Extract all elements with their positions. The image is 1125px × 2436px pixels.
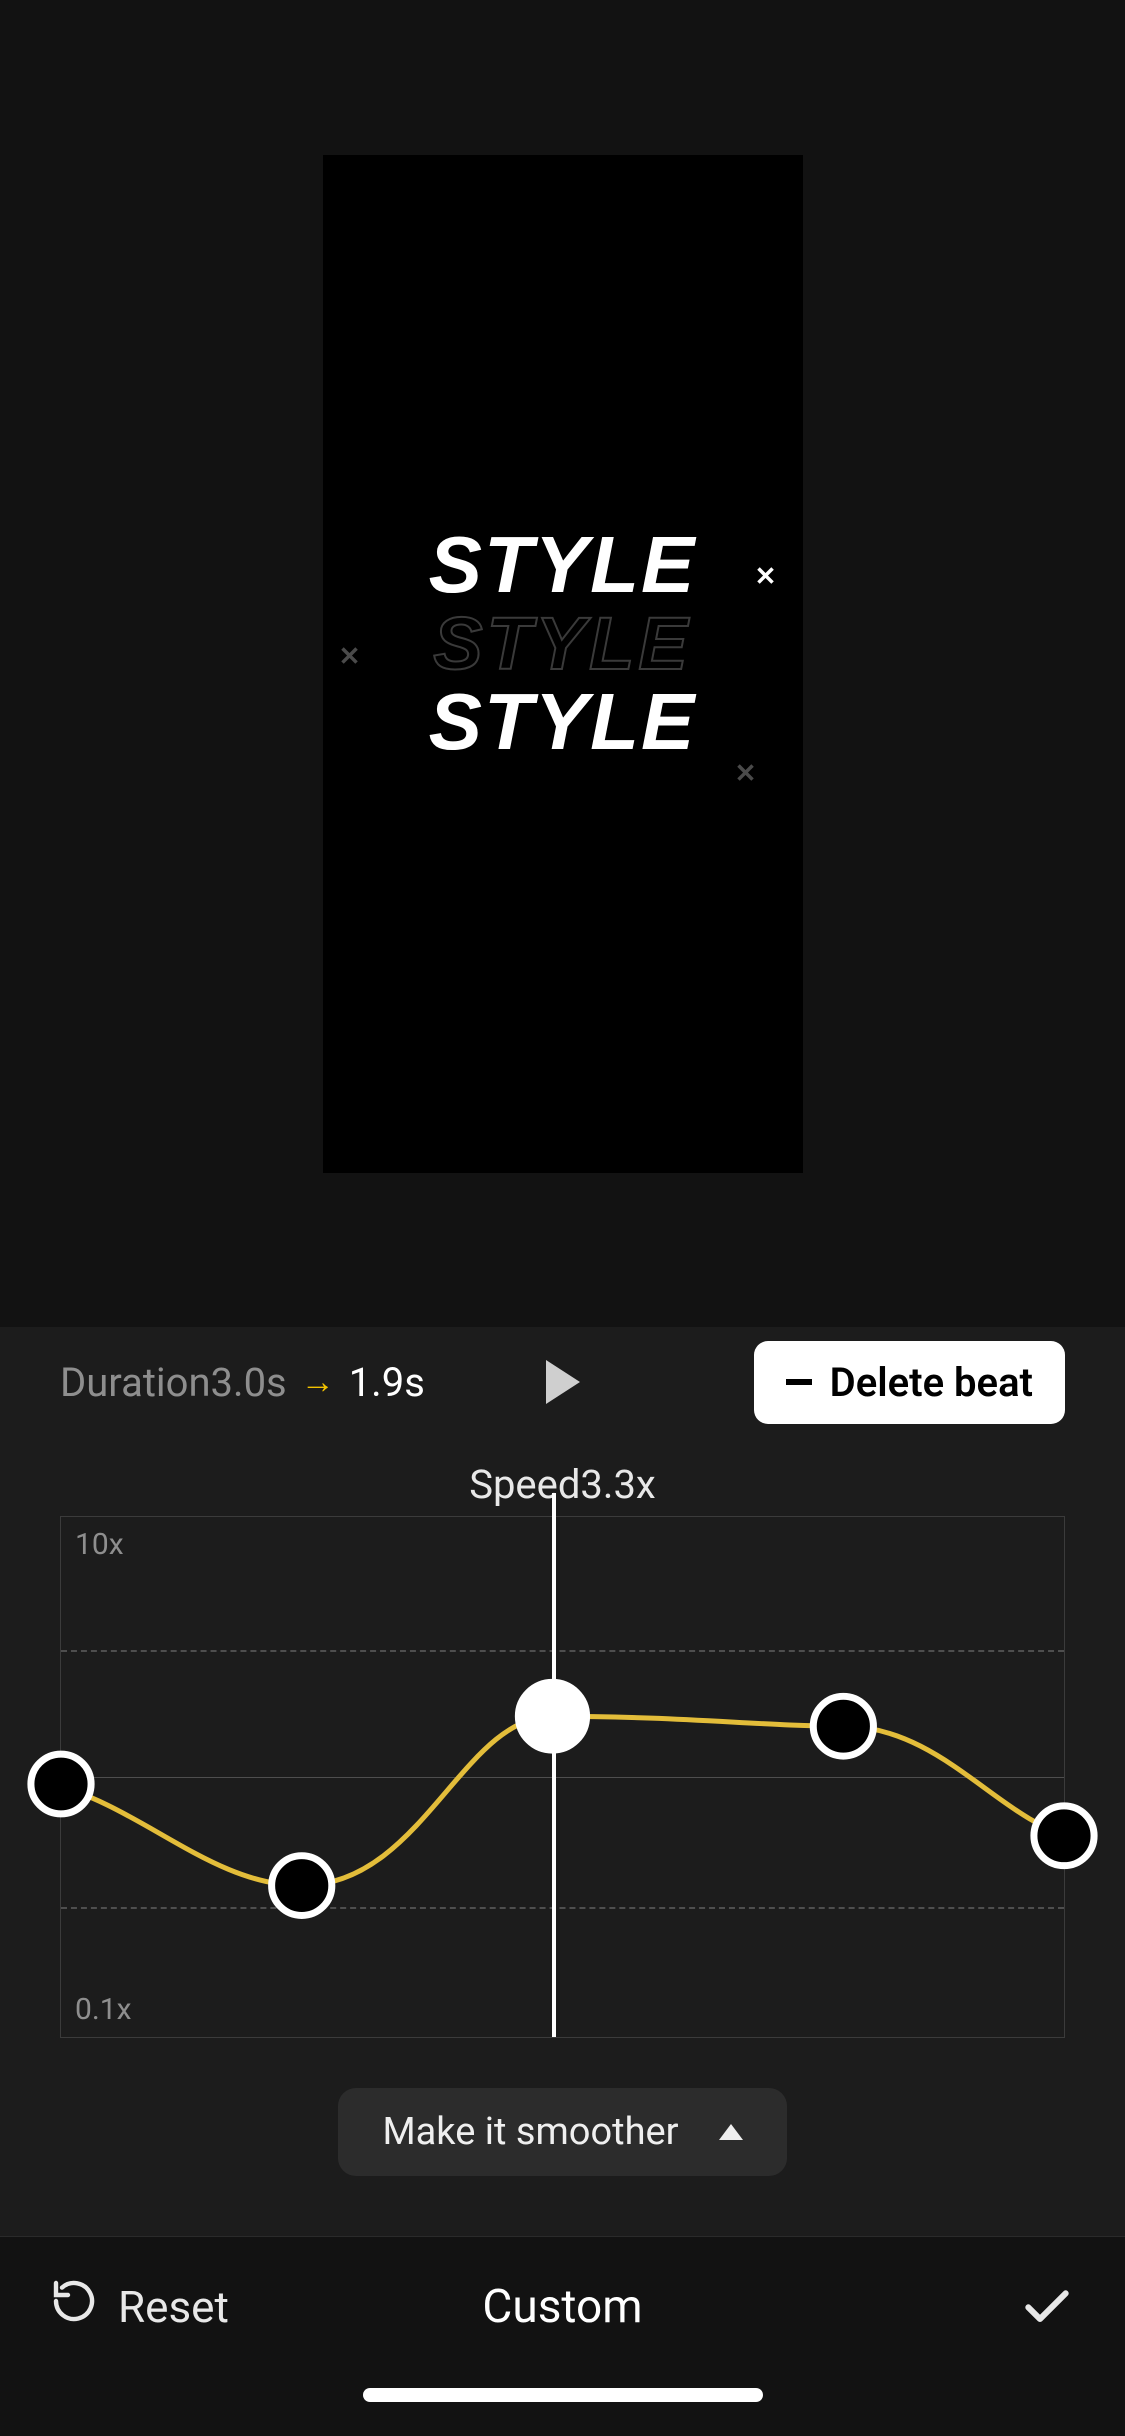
smoother-row: Make it smoother xyxy=(0,2038,1125,2236)
speed-indicator: Speed3.3x xyxy=(0,1437,1125,1516)
delete-beat-button[interactable]: Delete beat xyxy=(754,1341,1065,1424)
bottom-action-bar: Reset Custom xyxy=(0,2236,1125,2376)
curve-point-active[interactable] xyxy=(518,1682,586,1750)
video-preview-canvas[interactable]: STYLE STYLE STYLE ✕ ✕ ✕ xyxy=(323,155,803,1173)
reset-label: Reset xyxy=(118,2281,229,2333)
speed-curve-graph[interactable]: 10x 0.1x xyxy=(60,1516,1065,2038)
caret-up-icon xyxy=(719,2124,743,2140)
duration-new-value: 1.9s xyxy=(349,1359,425,1406)
reset-button[interactable]: Reset xyxy=(50,2277,229,2336)
play-icon xyxy=(546,1360,580,1404)
preview-text-line-1: STYLE xyxy=(429,524,697,606)
sparkle-icon: ✕ xyxy=(339,644,361,671)
preview-text-effect: STYLE STYLE STYLE ✕ ✕ ✕ xyxy=(429,524,697,763)
make-smoother-button[interactable]: Make it smoother xyxy=(338,2088,786,2176)
home-indicator-area xyxy=(0,2376,1125,2436)
sparkle-icon: ✕ xyxy=(755,564,777,591)
arrow-right-icon: → xyxy=(301,1362,335,1402)
curve-point-2[interactable] xyxy=(272,1856,332,1916)
curve-point-4[interactable] xyxy=(813,1696,873,1756)
duration-label: Duration3.0s xyxy=(60,1359,287,1406)
home-indicator[interactable] xyxy=(363,2388,763,2402)
preview-text-line-3: STYLE xyxy=(429,681,697,763)
confirm-button[interactable] xyxy=(1019,2277,1075,2337)
playback-controls-row: Duration3.0s → 1.9s Delete beat xyxy=(0,1327,1125,1437)
curve-point-5[interactable] xyxy=(1034,1806,1094,1866)
preview-text-line-2: STYLE xyxy=(433,606,691,681)
sparkle-icon: ✕ xyxy=(735,761,757,788)
curve-point-1[interactable] xyxy=(31,1754,91,1814)
minus-icon xyxy=(786,1379,812,1385)
play-button[interactable] xyxy=(546,1360,580,1404)
reset-icon xyxy=(50,2277,98,2336)
speed-curve-editor[interactable]: 10x 0.1x xyxy=(0,1516,1125,2038)
duration-display: Duration3.0s → 1.9s xyxy=(60,1359,425,1406)
speed-curve-svg xyxy=(61,1517,1064,2037)
delete-beat-label: Delete beat xyxy=(830,1359,1033,1406)
make-smoother-label: Make it smoother xyxy=(382,2110,678,2154)
video-preview-area: STYLE STYLE STYLE ✕ ✕ ✕ xyxy=(0,0,1125,1327)
check-icon xyxy=(1019,2277,1075,2333)
speed-label-text: Speed3.3x xyxy=(469,1461,656,1508)
speed-mode-label: Custom xyxy=(482,2280,642,2334)
